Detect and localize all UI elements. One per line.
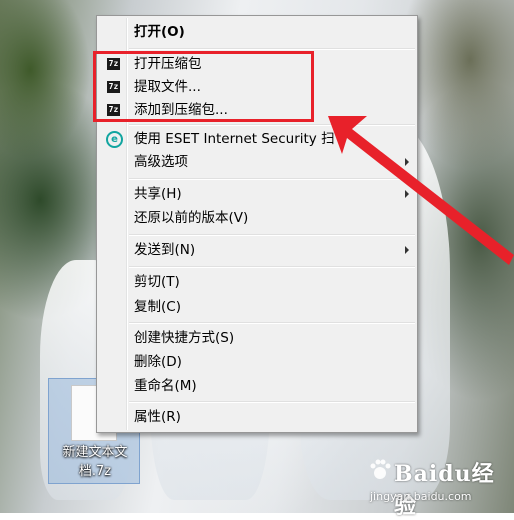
watermark-url: jingyan.baidu.com xyxy=(370,490,472,503)
baidu-jingyan-watermark: Baidu经验 jingyan.baidu.com xyxy=(362,452,512,519)
annotation-arrow-icon xyxy=(328,116,514,265)
baidu-paw-icon xyxy=(370,459,391,479)
watermark-brand: Baidu经验 xyxy=(394,461,495,519)
annotation-arrow xyxy=(328,116,514,265)
